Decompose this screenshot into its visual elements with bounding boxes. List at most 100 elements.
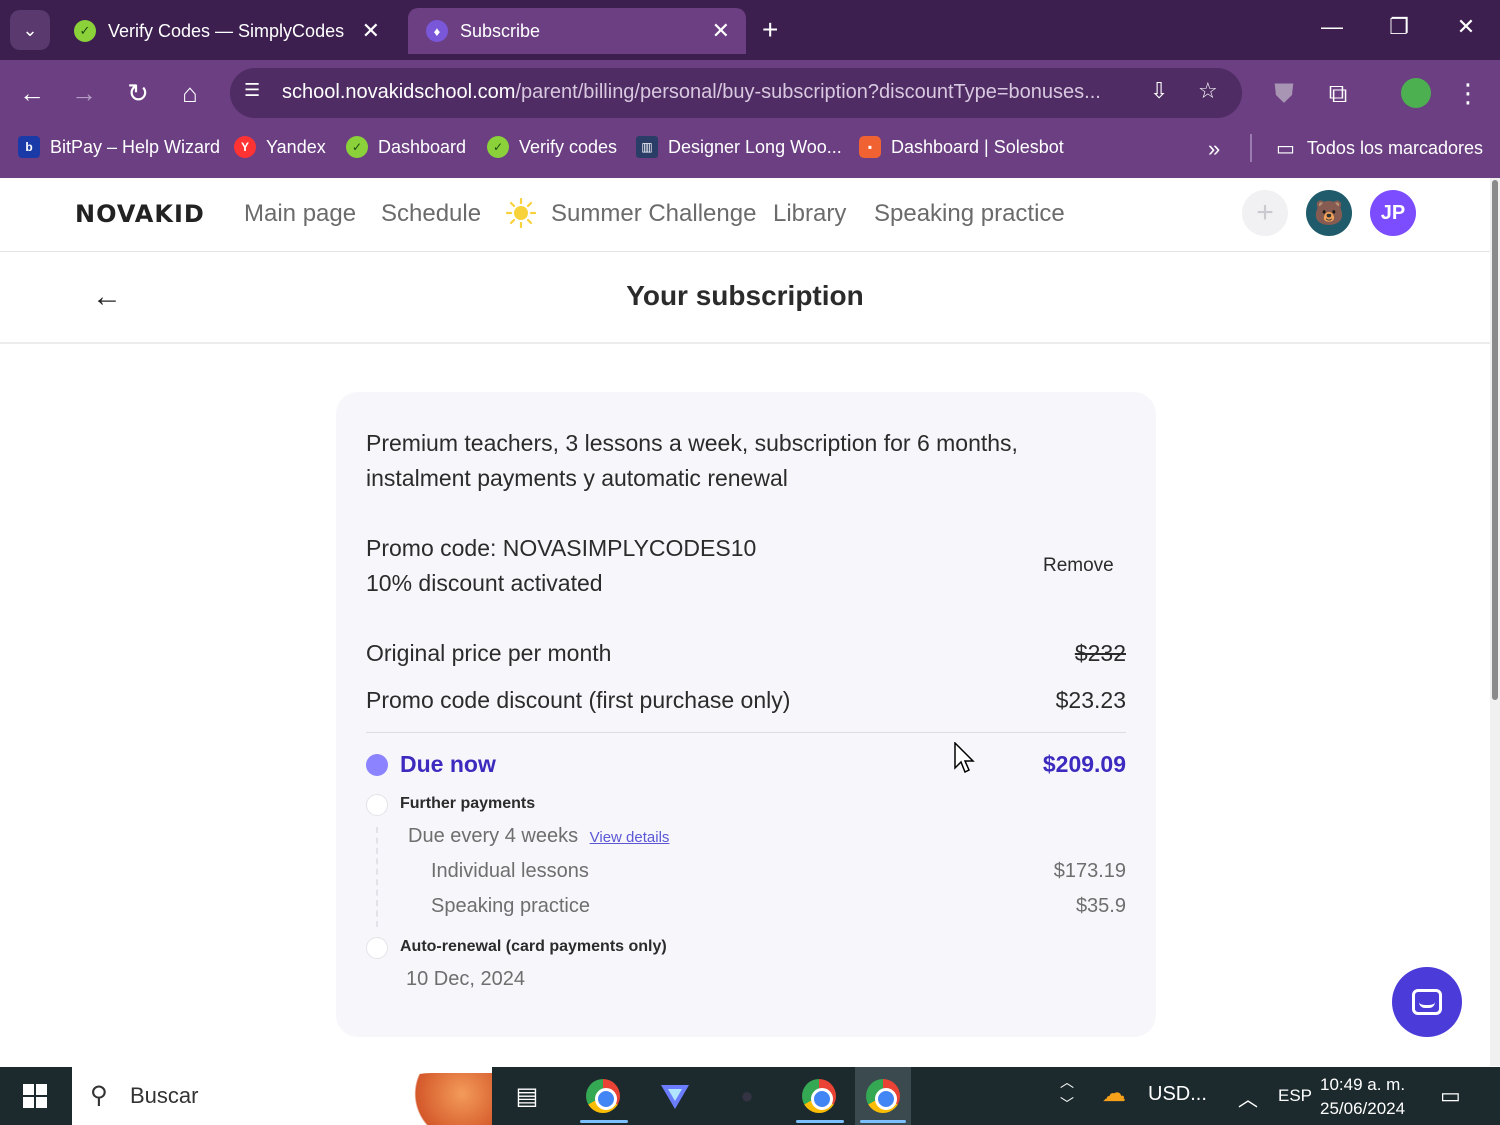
tab-title: Verify Codes — SimplyCodes [108, 20, 345, 41]
further-payments-label: Further payments [400, 795, 536, 812]
auto-renewal-indicator [366, 937, 388, 959]
promo-status: 10% discount activated [366, 570, 603, 596]
yandex-icon: Y [234, 136, 256, 158]
bookmark-solesbot[interactable]: ▪ Dashboard | Solesbot [859, 136, 1064, 158]
nav-summer-challenge[interactable]: Summer Challenge [551, 200, 756, 228]
taskbar-clock[interactable]: 10:49 a. m. 25/06/2024 [1320, 1073, 1405, 1121]
windows-taskbar: ⚲ Buscar ▤ ● ︿ ﹀ ☁ USD... ︿ ESP 10:49 a. … [0, 1067, 1500, 1125]
sun-icon [506, 198, 536, 228]
weather-icon: ☁ [1102, 1080, 1126, 1107]
nav-library[interactable]: Library [773, 200, 846, 228]
user-avatar[interactable]: JP [1370, 190, 1416, 236]
due-now-label: Due now [400, 751, 496, 777]
simplycodes-icon: ✓ [487, 136, 509, 158]
page-scrollbar[interactable] [1490, 178, 1500, 1066]
notifications-icon[interactable]: ▭ [1440, 1083, 1461, 1109]
bookmark-bitpay[interactable]: b BitPay – Help Wizard [18, 136, 220, 158]
original-price-value: $232 [1074, 640, 1126, 666]
shield-icon[interactable]: ⛊ [1264, 78, 1304, 110]
tab-subscribe[interactable]: ♦ Subscribe ✕ [408, 8, 746, 54]
nav-main-page[interactable]: Main page [244, 200, 356, 228]
active-indicator [796, 1120, 844, 1123]
search-highlight-image [392, 1073, 492, 1125]
plus-icon: + [1256, 196, 1274, 229]
tab-search-button[interactable]: ⌄ [10, 10, 50, 50]
further-payments-indicator [366, 794, 388, 816]
auto-renewal-label: Auto-renewal (card payments only) [400, 938, 667, 955]
new-tab-icon[interactable]: + [762, 14, 778, 46]
close-tab-icon[interactable]: ✕ [362, 18, 380, 44]
promo-discount-label: Promo code discount (first purchase only… [366, 687, 791, 713]
back-icon[interactable]: ← [12, 78, 52, 109]
browser-tab-bar: ⌄ ✓ Verify Codes — SimplyCodes ✕ ♦ Subsc… [0, 0, 1500, 60]
all-bookmarks-folder[interactable]: ▭ Todos los marcadores [1276, 136, 1483, 161]
chrome-active-icon[interactable] [855, 1067, 911, 1125]
bookmarks-divider [1250, 134, 1252, 162]
folder-icon: ▭ [1276, 138, 1295, 160]
simplycodes-icon: ✓ [74, 20, 96, 42]
task-view-icon[interactable]: ▤ [506, 1075, 548, 1117]
auto-renewal-date: 10 Dec, 2024 [406, 968, 525, 990]
speaking-practice-value: $35.9 [1075, 895, 1126, 917]
site-info-icon[interactable]: ☰ [244, 80, 266, 102]
vpn-app-icon[interactable] [654, 1075, 696, 1117]
plan-description-line2: instalment payments y automatic renewal [366, 465, 788, 491]
weather-widget[interactable]: USD... [1148, 1083, 1207, 1106]
bookmark-dashboard[interactable]: ✓ Dashboard [346, 136, 466, 158]
scrollbar-thumb[interactable] [1492, 180, 1498, 700]
install-app-icon[interactable]: ⇩ [1150, 78, 1168, 104]
tab-verify-codes[interactable]: ✓ Verify Codes — SimplyCodes ✕ [56, 8, 396, 54]
chat-support-button[interactable] [1392, 967, 1462, 1037]
language-indicator[interactable]: ESP [1278, 1086, 1312, 1106]
taskbar-search[interactable]: ⚲ Buscar [72, 1067, 492, 1125]
profile-avatar-icon[interactable] [1396, 78, 1436, 115]
simplycodes-icon: ✓ [346, 136, 368, 158]
address-bar[interactable]: ☰ school.novakidschool.com/parent/billin… [230, 68, 1242, 118]
add-button[interactable]: + [1242, 190, 1288, 236]
start-button[interactable] [0, 1067, 70, 1125]
app-icon[interactable]: ● [726, 1075, 768, 1117]
tab-title: Subscribe [460, 20, 541, 41]
page-title: Your subscription [626, 280, 864, 311]
search-icon: ⚲ [90, 1082, 108, 1109]
child-avatar[interactable]: 🐻 [1306, 190, 1352, 236]
novakid-logo[interactable]: NOVAKID [75, 200, 205, 228]
restore-icon[interactable]: ❐ [1369, 14, 1429, 40]
bitpay-icon: b [18, 136, 40, 158]
more-bookmarks-icon[interactable]: » [1208, 136, 1220, 162]
speaking-practice-label: Speaking practice [431, 895, 590, 917]
view-details-link[interactable]: View details [590, 829, 670, 846]
bookmark-verify-codes[interactable]: ✓ Verify codes [487, 136, 617, 158]
menu-kebab-icon[interactable]: ⋮ [1448, 78, 1488, 109]
bookmark-yandex[interactable]: Y Yandex [234, 136, 326, 158]
chrome-icon[interactable] [582, 1075, 624, 1117]
nav-speaking-practice[interactable]: Speaking practice [874, 200, 1065, 228]
active-indicator [860, 1120, 906, 1123]
home-icon[interactable]: ⌂ [170, 78, 210, 109]
individual-lessons-label: Individual lessons [431, 860, 589, 882]
close-tab-icon[interactable]: ✕ [712, 18, 730, 44]
due-now-indicator [366, 754, 388, 776]
reload-icon[interactable]: ↻ [118, 78, 158, 109]
bookmark-star-icon[interactable]: ☆ [1198, 78, 1218, 104]
nav-schedule[interactable]: Schedule [381, 200, 481, 228]
due-now-value: $209.09 [1042, 751, 1126, 777]
tray-overflow-icon[interactable]: ︿ [1238, 1083, 1258, 1112]
taskbar-scroll-icon[interactable]: ︿ ﹀ [1060, 1071, 1074, 1115]
plan-description-line1: Premium teachers, 3 lessons a week, subs… [366, 430, 1018, 456]
url-text[interactable]: school.novakidschool.com/parent/billing/… [282, 81, 1152, 104]
timeline-line [376, 827, 378, 927]
minimize-icon[interactable]: — [1302, 14, 1362, 40]
close-window-icon[interactable]: ✕ [1436, 14, 1496, 40]
building-icon: ▥ [636, 136, 658, 158]
mouse-cursor-icon [954, 742, 975, 774]
extensions-icon[interactable]: ⧉ [1318, 78, 1358, 110]
bookmarks-bar: b BitPay – Help Wizard Y Yandex ✓ Dashbo… [0, 126, 1500, 178]
bookmark-designer[interactable]: ▥ Designer Long Woo... [636, 136, 842, 158]
solesbot-icon: ▪ [859, 136, 881, 158]
chrome-profile-icon[interactable] [798, 1075, 840, 1117]
individual-lessons-value: $173.19 [1053, 860, 1126, 882]
chat-icon [1412, 989, 1442, 1015]
forward-icon[interactable]: → [64, 78, 104, 109]
remove-promo-button[interactable]: Remove [1043, 555, 1114, 577]
